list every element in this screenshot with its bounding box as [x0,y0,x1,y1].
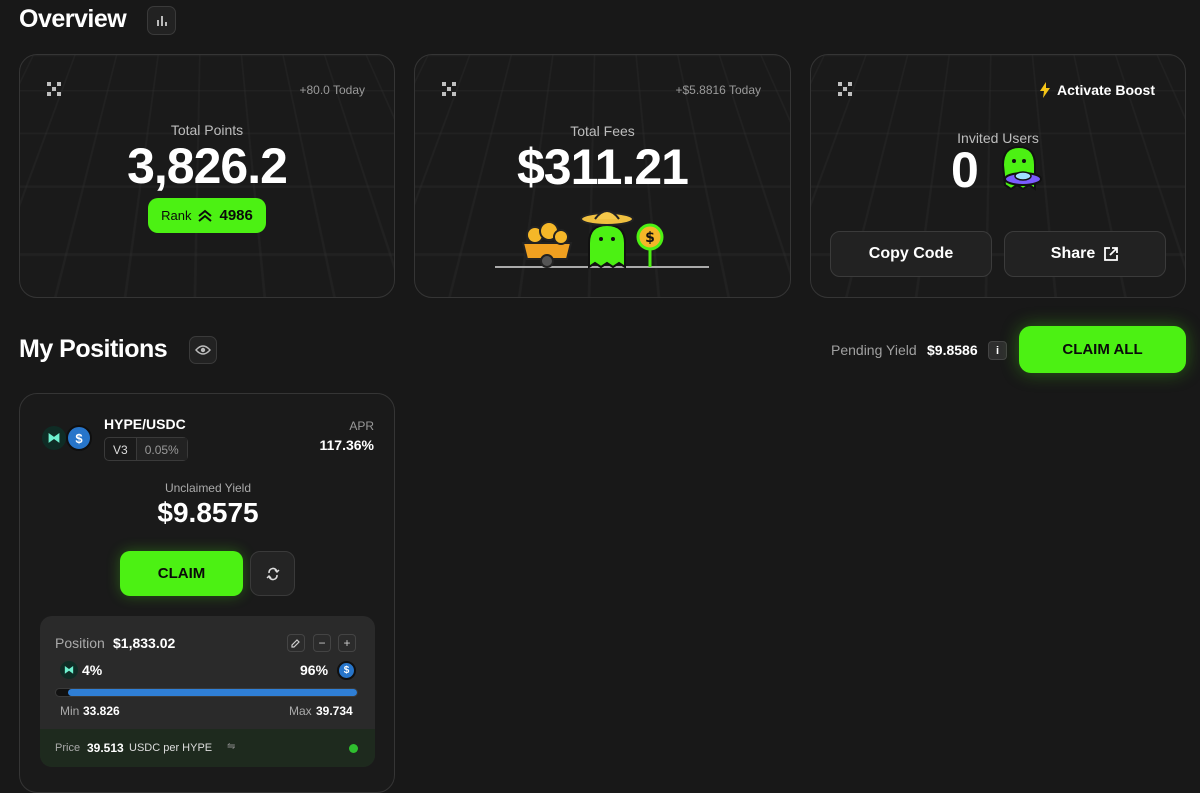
positions-title: My Positions [19,335,168,363]
rank-label: Rank [161,208,192,223]
pair-name: HYPE/USDC [104,416,186,432]
position-label: Position [55,635,105,651]
min-label: Min [60,704,80,718]
activate-boost-label: Activate Boost [1056,82,1155,98]
max-label: Max [289,704,312,718]
refresh-icon [266,567,279,580]
brand-logo-icon [47,82,61,96]
copy-code-label: Copy Code [868,245,954,262]
svg-text:$: $ [645,230,655,246]
bar-chart-icon [156,15,167,26]
mining-ghost-illustration: $ [495,210,709,269]
increase-liquidity-button[interactable]: + [338,634,356,652]
decrease-liquidity-button[interactable]: − [313,634,331,652]
pending-yield-label: Pending Yield [831,342,917,358]
ufo-ghost-icon [1001,145,1042,191]
swap-direction-icon[interactable]: ⇋ [227,741,235,752]
unclaimed-label: Unclaimed Yield [164,481,252,495]
visibility-toggle-button[interactable] [189,336,217,364]
points-value: 3,826.2 [127,138,288,194]
invited-value: 0 [951,142,979,198]
position-details: Position $1,833.02 − + ⧓ 4% 96% $ Min 33… [40,616,375,767]
eye-icon [195,345,211,355]
overview-title: Overview [19,5,127,33]
range-bar-fill [68,689,357,696]
apr-label: APR [349,419,374,433]
max-value: 39.734 [316,704,353,718]
min-value: 33.826 [83,704,120,718]
hype-share: 4% [82,662,103,678]
pool-version: V3 [105,438,137,460]
share-button[interactable]: Share [1004,231,1166,277]
fees-today: +$5.8816 Today [675,83,761,97]
range-bar [55,688,358,697]
total-points-card: +80.0 Today Total Points 3,826.2 Rank 49… [19,54,395,298]
pool-info-badge: V3 0.05% [104,437,188,461]
brand-logo-icon [442,82,456,96]
edit-icon [291,639,300,648]
price-unit: USDC per HYPE [129,742,213,754]
claim-button[interactable]: CLAIM [120,551,243,596]
invited-users-card: Activate Boost Invited Users 0 Copy Code… [810,54,1186,298]
edit-position-button[interactable] [287,634,305,652]
plus-icon: + [343,636,351,650]
points-label: Total Points [170,122,244,138]
share-label: Share [1050,245,1096,262]
copy-code-button[interactable]: Copy Code [830,231,992,277]
usdc-share: 96% [300,662,329,678]
rank-value: 4986 [219,207,253,224]
fees-label: Total Fees [570,123,635,139]
brand-logo-icon [838,82,852,96]
in-range-indicator [349,744,358,753]
claim-all-button[interactable]: CLAIM ALL [1019,326,1186,373]
price-label: Price [55,742,81,754]
hype-token-icon: ⧓ [42,426,66,450]
apr-value: 117.36% [319,437,375,453]
hype-token-icon: ⧓ [60,661,78,679]
pending-yield-value: $9.8586 [927,342,978,358]
external-link-icon [1104,247,1119,261]
price-row: Price 39.513 USDC per HYPE ⇋ [40,729,375,767]
chevron-rank-icon [198,209,213,222]
pool-fee: 0.05% [136,438,187,460]
position-value: $1,833.02 [113,635,176,651]
chart-toggle-button[interactable] [147,6,176,35]
usdc-token-icon: $ [337,661,356,680]
price-value: 39.513 [87,741,124,755]
compound-button[interactable] [250,551,295,596]
usdc-token-icon: $ [66,425,92,451]
points-today: +80.0 Today [299,83,365,97]
rank-badge[interactable]: Rank 4986 [148,198,266,233]
info-icon[interactable]: i [988,341,1007,360]
minus-icon: − [318,636,326,650]
position-card: ⧓ $ HYPE/USDC V3 0.05% APR 117.36% Uncla… [19,393,395,793]
unclaimed-value: $9.8575 [157,497,259,528]
fees-value: $311.21 [517,139,689,195]
activate-boost-button[interactable]: Activate Boost [1039,82,1155,98]
lightning-icon [1039,82,1050,98]
total-fees-card: +$5.8816 Today Total Fees $311.21 $ [414,54,791,298]
